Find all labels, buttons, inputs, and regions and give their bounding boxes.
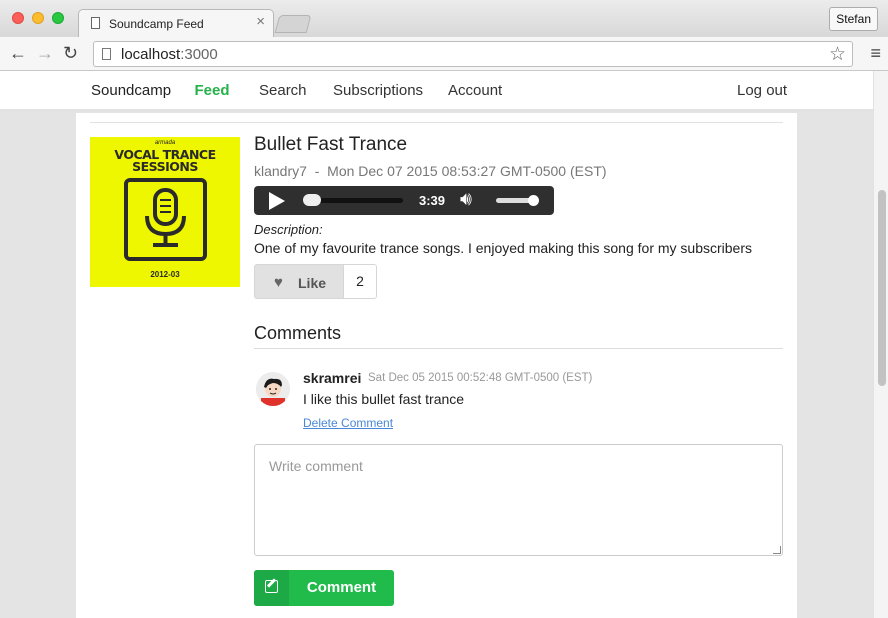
url-port: :3000 [180, 46, 218, 63]
divider [254, 348, 783, 349]
comment-button-iconbox [254, 570, 289, 606]
avatar [256, 372, 290, 406]
cover-frame [124, 178, 207, 261]
submit-comment-button[interactable]: Comment [254, 570, 394, 606]
brand-link[interactable]: Soundcamp [91, 82, 171, 99]
cover-brand-text: armada [154, 140, 176, 146]
divider [90, 122, 783, 123]
page-viewport: Soundcamp Feed Search Subscriptions Acco… [0, 71, 873, 618]
url-host: localhost [121, 46, 181, 63]
reload-icon[interactable]: ↻ [63, 43, 78, 63]
like-count: 2 [343, 264, 377, 299]
volume-icon[interactable]: 🔊︎ [460, 188, 472, 212]
browser-tab[interactable]: Soundcamp Feed × [78, 9, 274, 38]
submit-comment-label: Comment [306, 579, 377, 596]
volume-handle[interactable] [528, 195, 539, 206]
audio-player: 3:39 🔊︎ [254, 186, 554, 215]
nav-subscriptions[interactable]: Subscriptions [333, 82, 423, 99]
tab-title: Soundcamp Feed [109, 17, 204, 31]
profile-button[interactable]: Stefan [829, 7, 878, 31]
edit-icon [265, 580, 278, 593]
page-icon [91, 17, 100, 29]
delete-comment-link[interactable]: Delete Comment [303, 416, 393, 430]
user-avatar-icon [256, 372, 290, 406]
album-cover: armada VOCAL TRANCE SESSIONS 2012-03 [90, 137, 240, 287]
description-label: Description: [254, 222, 323, 237]
player-time: 3:39 [419, 193, 446, 208]
comment-timestamp: Sat Dec 05 2015 00:52:48 GMT-0500 (EST) [368, 372, 593, 384]
comment-body: I like this bullet fast trance [303, 391, 465, 407]
cover-date: 2012-03 [150, 270, 180, 279]
description-text: One of my favourite trance songs. I enjo… [254, 240, 753, 256]
comments-heading: Comments [254, 323, 342, 343]
new-tab-button[interactable] [274, 15, 312, 33]
forward-arrow-icon[interactable]: → [36, 43, 54, 63]
back-arrow-icon[interactable]: ← [9, 43, 27, 63]
page-scrollbar[interactable] [873, 71, 888, 618]
nav-search[interactable]: Search [259, 82, 307, 99]
scrollbar-thumb[interactable] [878, 190, 886, 386]
comment-input[interactable] [254, 444, 783, 556]
resize-grip-icon[interactable] [773, 546, 781, 554]
song-card: armada VOCAL TRANCE SESSIONS 2012-03 Bul… [76, 113, 797, 618]
meta-separator: - [314, 163, 320, 179]
menu-icon[interactable]: ≡ [870, 43, 881, 64]
nav-account[interactable]: Account [448, 82, 502, 99]
song-meta: klandry7 - Mon Dec 07 2015 08:53:27 GMT-… [254, 163, 607, 179]
browser-toolbar: ← → ↻ localhost:3000 ☆ ≡ [0, 37, 888, 71]
minimize-window-button[interactable] [32, 12, 44, 24]
song-upload-date: Mon Dec 07 2015 08:53:27 GMT-0500 (EST) [327, 163, 607, 179]
address-bar[interactable]: localhost:3000 ☆ [93, 41, 853, 67]
cover-title: VOCAL TRANCE SESSIONS [90, 148, 240, 174]
song-author[interactable]: klandry7 [254, 163, 307, 179]
song-title: Bullet Fast Trance [254, 134, 408, 155]
zoom-window-button[interactable] [52, 12, 64, 24]
like-label: Like [298, 275, 327, 291]
app-navbar: Soundcamp Feed Search Subscriptions Acco… [0, 71, 873, 123]
browser-titlebar: Soundcamp Feed × Stefan [0, 0, 888, 38]
play-icon[interactable] [269, 192, 285, 210]
seek-handle[interactable] [303, 194, 321, 206]
address-url[interactable]: localhost:3000 [121, 46, 218, 63]
page-icon [102, 48, 111, 60]
bookmark-star-icon[interactable]: ☆ [829, 43, 846, 66]
microphone-icon [145, 188, 186, 247]
heart-icon: ♥ [274, 274, 283, 291]
close-window-button[interactable] [12, 12, 24, 24]
cover-title-line2: SESSIONS [132, 159, 198, 174]
like-button[interactable]: ♥ Like [254, 264, 344, 299]
nav-logout[interactable]: Log out [737, 82, 787, 99]
close-tab-icon[interactable]: × [256, 14, 265, 30]
comment-author[interactable]: skramrei [303, 370, 361, 386]
